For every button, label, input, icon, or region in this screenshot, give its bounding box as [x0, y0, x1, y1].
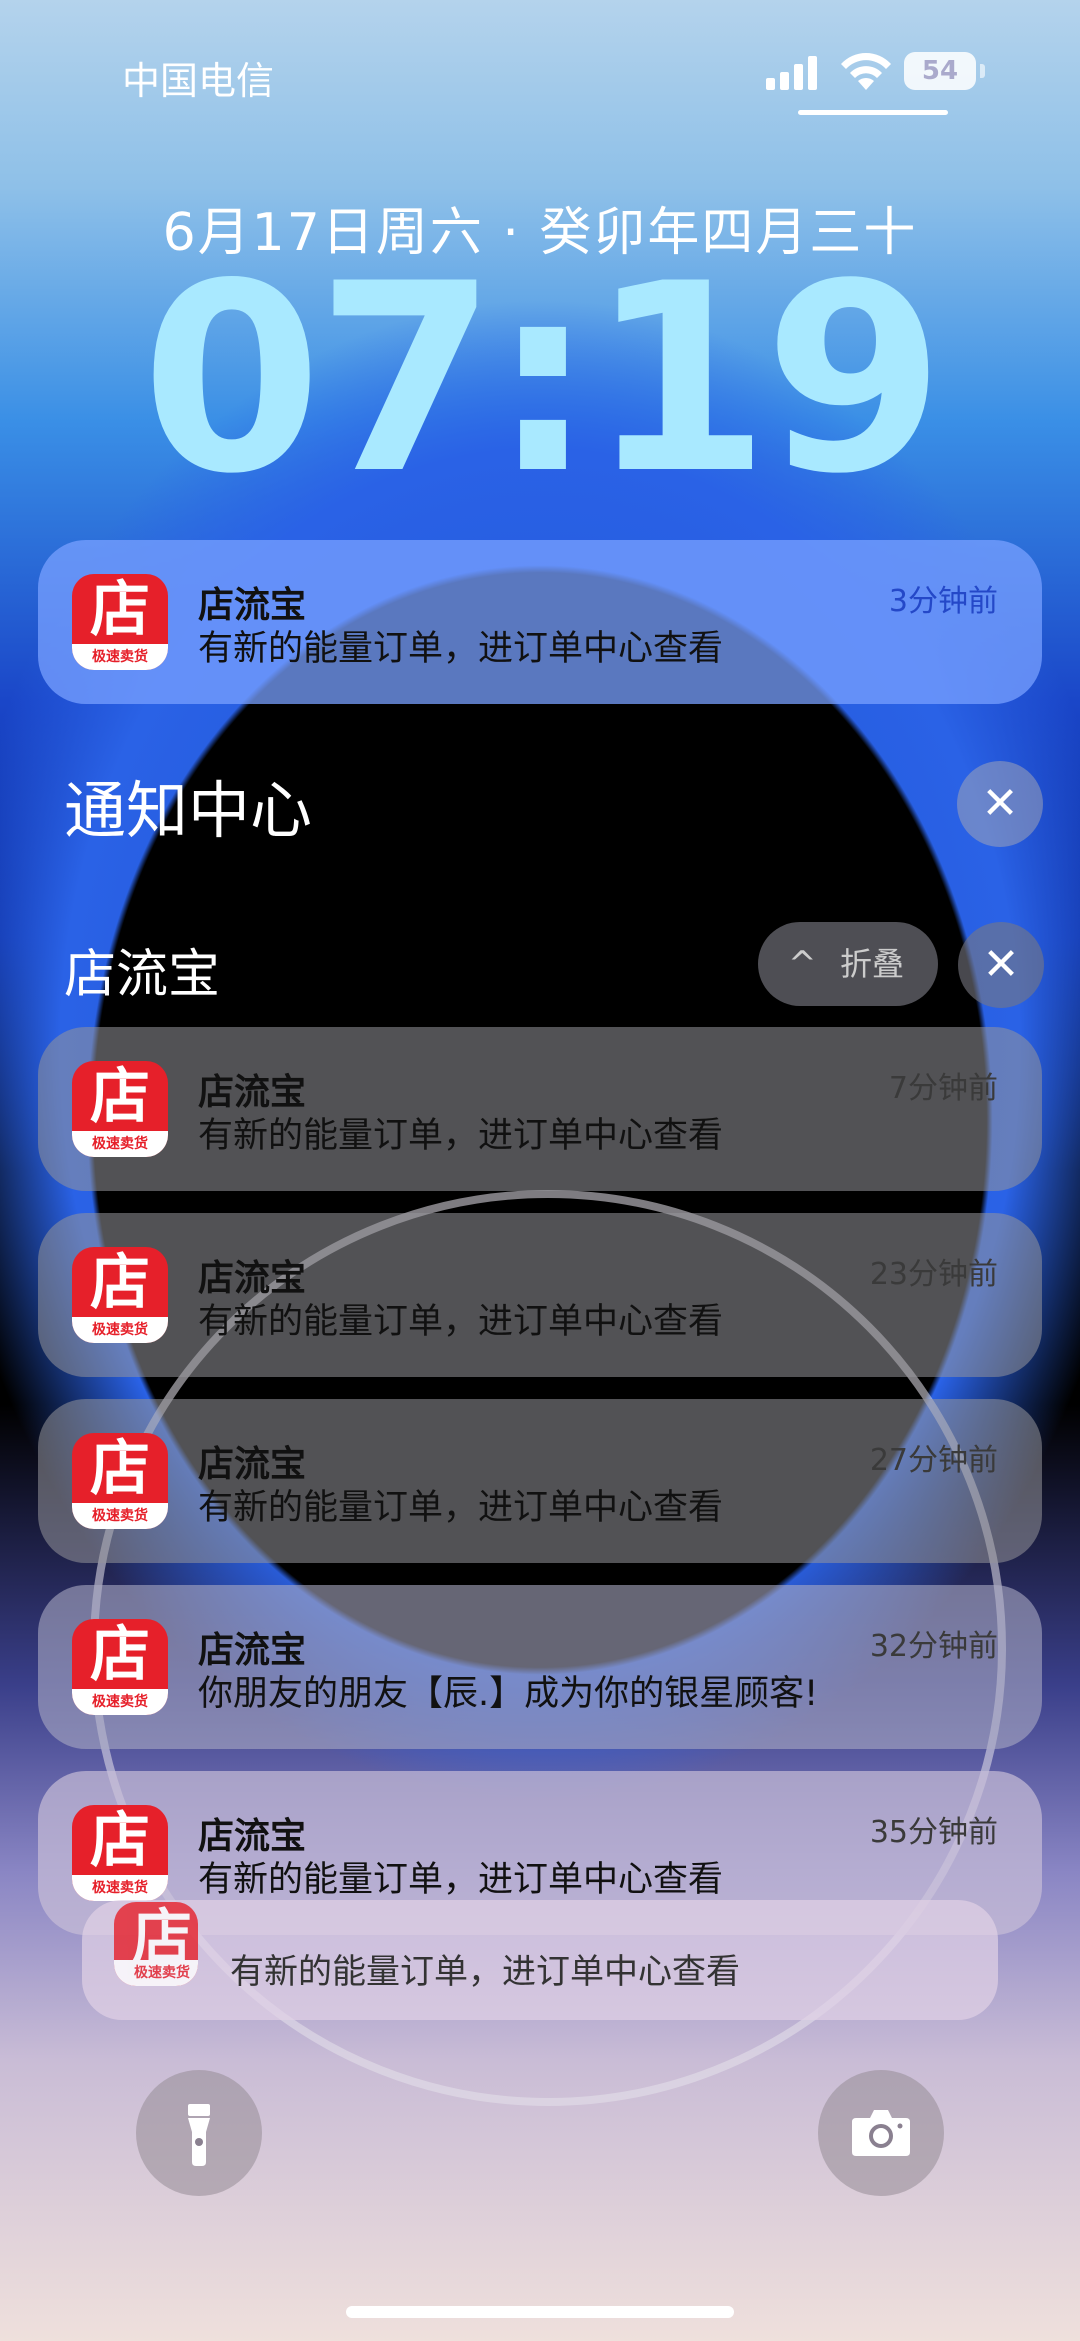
- flashlight-icon: [188, 2104, 210, 2166]
- notification-center-title: 通知中心: [64, 774, 313, 847]
- notification-body: 有新的能量订单，进订单中心查看: [198, 1116, 724, 1156]
- stacked-notification[interactable]: 店极速卖货 有新的能量订单，进订单中心查看: [82, 1900, 998, 2020]
- app-icon: 店 极速卖货: [72, 574, 168, 670]
- notification-body: 你朋友的朋友【辰.】成为你的银星顾客!: [198, 1674, 819, 1714]
- carrier-label: 中国电信: [122, 59, 275, 103]
- app-icon: 店极速卖货: [114, 1902, 198, 1986]
- battery-icon: 54: [904, 52, 976, 90]
- notification-time: 3分钟前: [888, 584, 998, 619]
- notification-body: 有新的能量订单，进订单中心查看: [198, 1302, 724, 1342]
- group-close-button[interactable]: ✕: [958, 922, 1044, 1008]
- group-app-name: 店流宝: [64, 945, 221, 1005]
- wifi-icon: [841, 53, 891, 90]
- notification-body: 有新的能量订单，进订单中心查看: [198, 1488, 724, 1528]
- app-icon: 店极速卖货: [72, 1619, 168, 1715]
- notification-card[interactable]: 店极速卖货 店流宝 你朋友的朋友【辰.】成为你的银星顾客! 32分钟前: [38, 1585, 1042, 1749]
- home-indicator[interactable]: [346, 2306, 734, 2318]
- app-icon: 店极速卖货: [72, 1805, 168, 1901]
- status-bar: 中国电信 54: [0, 0, 1080, 150]
- collapse-button[interactable]: ^ 折叠: [758, 922, 938, 1006]
- notification-time: 23分钟前: [869, 1257, 998, 1292]
- camera-icon: [852, 2110, 910, 2156]
- notification-card[interactable]: 店 极速卖货 店流宝 有新的能量订单，进订单中心查看 3分钟前: [38, 540, 1042, 704]
- battery-tip: [980, 64, 985, 78]
- notification-body: 有新的能量订单，进订单中心查看: [198, 1860, 724, 1900]
- clear-all-button[interactable]: ✕: [957, 761, 1043, 847]
- notification-card[interactable]: 店极速卖货 店流宝 有新的能量订单，进订单中心查看 7分钟前: [38, 1027, 1042, 1191]
- app-icon: 店极速卖货: [72, 1061, 168, 1157]
- app-icon: 店极速卖货: [72, 1433, 168, 1529]
- notification-card[interactable]: 店极速卖货 店流宝 有新的能量订单，进订单中心查看 23分钟前: [38, 1213, 1042, 1377]
- status-indicator-line: [798, 110, 948, 115]
- cellular-signal-icon: [766, 54, 817, 90]
- flashlight-button[interactable]: [136, 2070, 262, 2196]
- notification-body: 有新的能量订单，进订单中心查看: [198, 629, 724, 669]
- camera-button[interactable]: [818, 2070, 944, 2196]
- notification-time: 35分钟前: [869, 1815, 998, 1850]
- chevron-up-icon: ^: [788, 944, 817, 984]
- close-icon: ✕: [981, 778, 1019, 829]
- collapse-label: 折叠: [840, 945, 905, 983]
- notification-time: 27分钟前: [869, 1443, 998, 1478]
- notification-time: 7分钟前: [888, 1071, 998, 1106]
- app-icon: 店极速卖货: [72, 1247, 168, 1343]
- close-icon: ✕: [982, 939, 1020, 990]
- notification-body: 有新的能量订单，进订单中心查看: [230, 1952, 740, 1992]
- notification-time: 32分钟前: [869, 1629, 998, 1664]
- lock-clock: 07:19: [141, 229, 945, 531]
- notification-card[interactable]: 店极速卖货 店流宝 有新的能量订单，进订单中心查看 27分钟前: [38, 1399, 1042, 1563]
